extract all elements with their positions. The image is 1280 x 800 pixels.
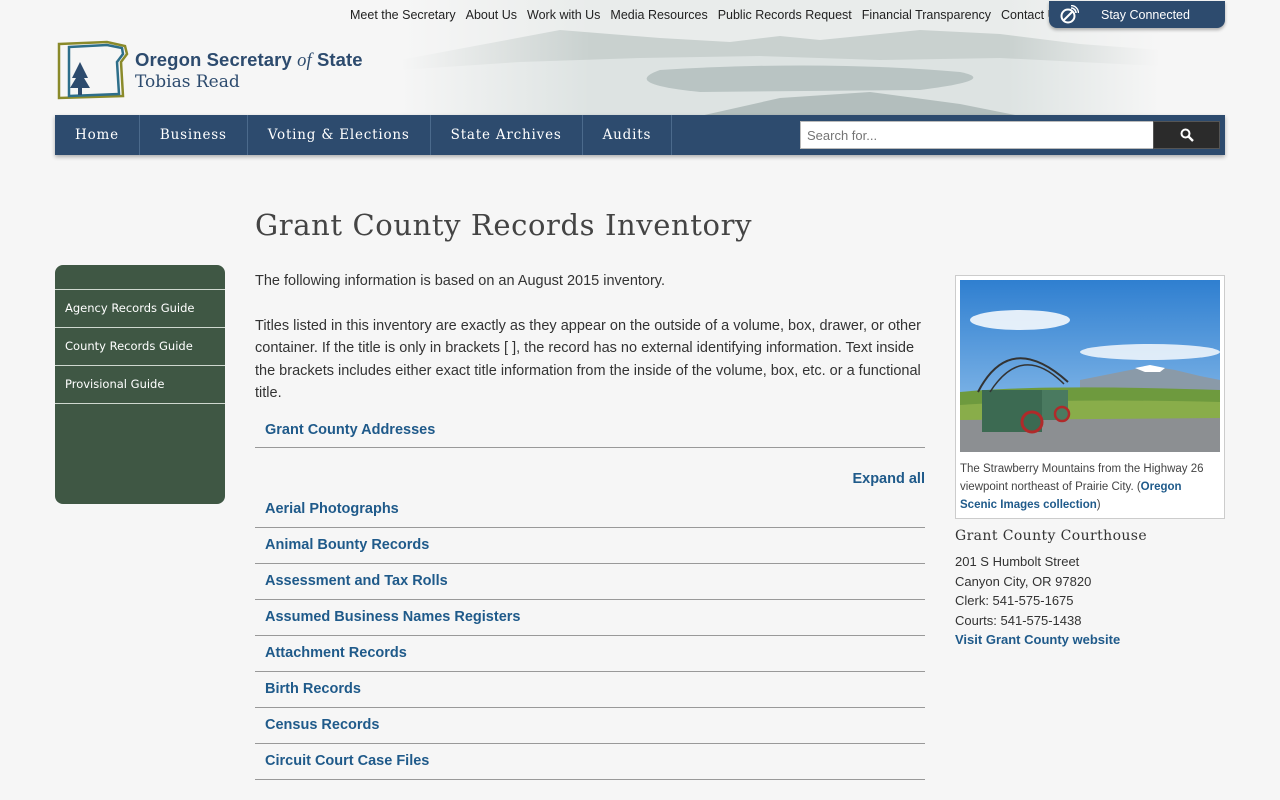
courthouse-info: Grant County Courthouse 201 S Humbolt St… [955, 528, 1225, 650]
util-link-financial-transparency[interactable]: Financial Transparency [862, 8, 991, 22]
nav-voting-elections[interactable]: Voting & Elections [248, 115, 431, 155]
search-button[interactable] [1153, 121, 1220, 149]
record-series-item[interactable]: Assumed Business Names Registers [255, 600, 925, 636]
sidebar-item-county-records-guide[interactable]: County Records Guide [55, 328, 225, 366]
site-logo[interactable]: Oregon Secretary of State Tobias Read [55, 40, 363, 100]
sidebar-item-agency-records-guide[interactable]: Agency Records Guide [55, 290, 225, 328]
record-series-item[interactable]: Circuit Court Case Files [255, 744, 925, 780]
main-content: The following information is based on an… [255, 270, 925, 780]
grant-county-addresses-link[interactable]: Grant County Addresses [255, 415, 925, 448]
nav-state-archives[interactable]: State Archives [431, 115, 583, 155]
sidebar-nav: Agency Records Guide County Records Guid… [55, 265, 225, 504]
expand-all-row: Expand all [255, 468, 925, 492]
sidebar-header [55, 265, 225, 290]
courthouse-courts-phone: Courts: 541-575-1438 [955, 612, 1082, 628]
satellite-dish-icon [1059, 4, 1079, 25]
nav-business[interactable]: Business [140, 115, 248, 155]
site-header: Meet the Secretary About Us Work with Us… [0, 0, 1280, 116]
record-series-item[interactable]: Census Records [255, 708, 925, 744]
stay-connected-button[interactable]: Stay Connected [1049, 1, 1225, 28]
intro-paragraph: The following information is based on an… [255, 273, 666, 289]
record-series-item[interactable]: Aerial Photographs [255, 492, 925, 528]
sidebar-item-provisional-guide[interactable]: Provisional Guide [55, 366, 225, 404]
util-link-meet-secretary[interactable]: Meet the Secretary [350, 8, 456, 22]
util-link-media-resources[interactable]: Media Resources [610, 8, 707, 22]
stay-connected-label: Stay Connected [1101, 7, 1190, 22]
courthouse-address-street: 201 S Humbolt Street [955, 554, 1080, 569]
logo-title: Oregon Secretary of State [135, 48, 363, 71]
search-icon [1180, 128, 1194, 142]
courthouse-title: Grant County Courthouse [955, 528, 1148, 544]
photo-caption: The Strawberry Mountains from the Highwa… [960, 463, 1204, 511]
search-input[interactable] [800, 121, 1154, 149]
record-series-item[interactable]: Birth Records [255, 672, 925, 708]
titles-paragraph: Titles listed in this inventory are exac… [255, 317, 922, 402]
util-link-work-with-us[interactable]: Work with Us [527, 8, 600, 22]
util-link-public-records-request[interactable]: Public Records Request [718, 8, 852, 22]
record-series-item[interactable]: Assessment and Tax Rolls [255, 564, 925, 600]
record-series-item[interactable]: Attachment Records [255, 636, 925, 672]
logo-secretary-name: Tobias Read [135, 71, 240, 92]
main-nav: Home Business Voting & Elections State A… [55, 115, 1225, 155]
oregon-tree-logo-icon [57, 40, 129, 100]
visit-county-website-link[interactable]: Visit Grant County website [955, 632, 1120, 647]
expand-all-button[interactable]: Expand all [852, 471, 925, 487]
courthouse-address-city: Canyon City, OR 97820 [955, 573, 1092, 589]
record-series-list: Aerial Photographs Animal Bounty Records… [255, 492, 925, 780]
page-title: Grant County Records Inventory [255, 208, 753, 242]
util-link-about-us[interactable]: About Us [466, 8, 517, 22]
courthouse-clerk-phone: Clerk: 541-575-1675 [955, 593, 1074, 608]
nav-audits[interactable]: Audits [583, 115, 673, 155]
record-series-item[interactable]: Animal Bounty Records [255, 528, 925, 564]
utility-nav: Meet the Secretary About Us Work with Us… [350, 8, 1073, 22]
nav-home[interactable]: Home [55, 115, 140, 155]
photo-figure: The Strawberry Mountains from the Highwa… [955, 275, 1225, 519]
strawberry-mountains-photo [960, 280, 1220, 452]
